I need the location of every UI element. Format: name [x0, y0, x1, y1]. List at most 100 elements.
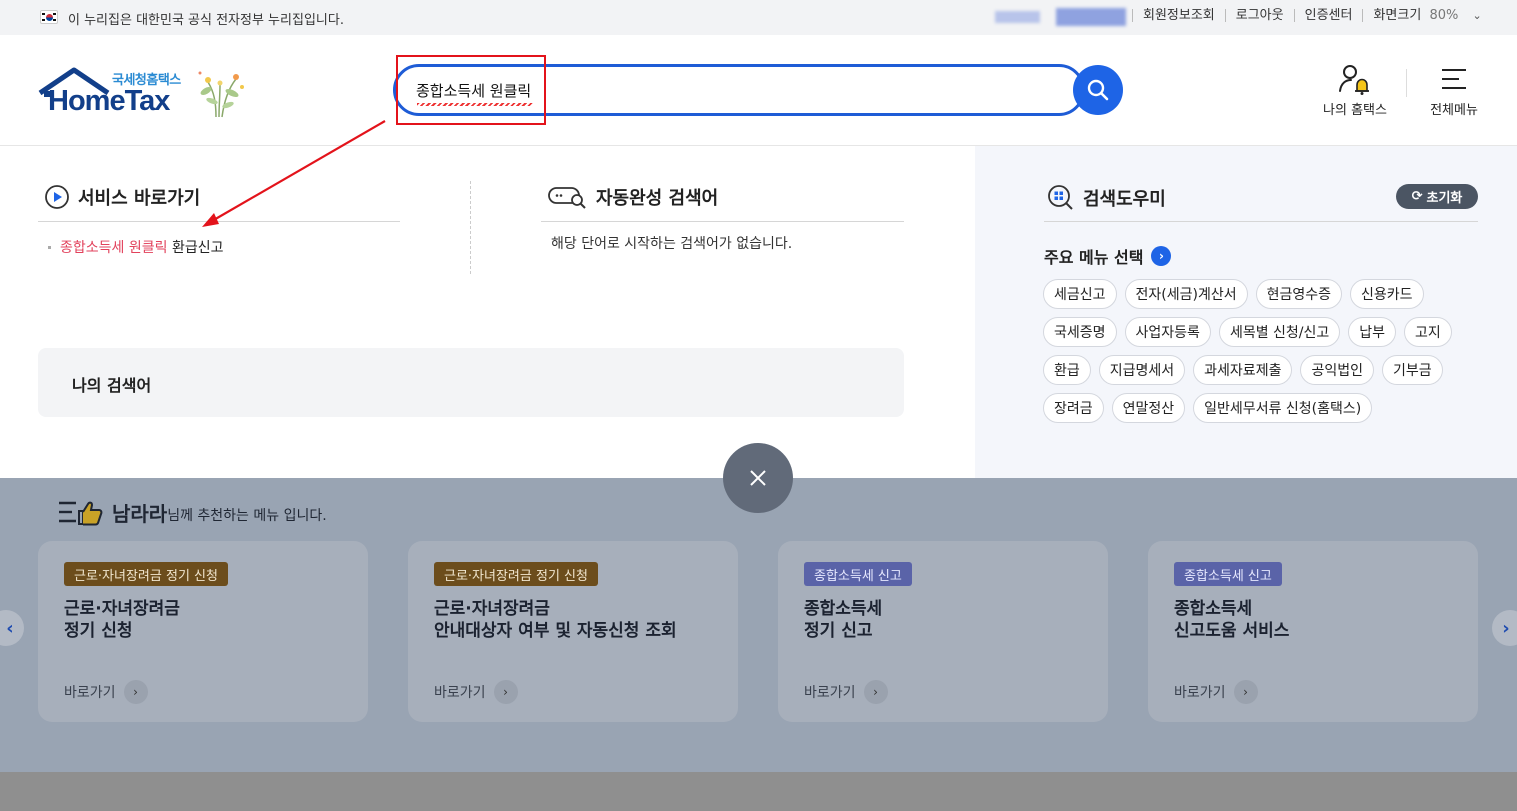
logo-title: HomeTax — [48, 85, 170, 117]
autocomplete-heading: 자동완성 검색어 — [548, 184, 718, 210]
chip-year-end-settlement[interactable]: 연말정산 — [1111, 393, 1186, 423]
card-tag: 종합소득세 신고 — [804, 562, 912, 586]
go-label: 바로가기 — [1174, 685, 1226, 701]
section-divider — [38, 221, 400, 222]
go-label: 바로가기 — [434, 685, 486, 701]
search-helper-title: 검색도우미 — [1083, 189, 1166, 210]
redacted-user-info — [995, 11, 1040, 23]
chip-e-invoice[interactable]: 전자(세금)계산서 — [1124, 279, 1248, 309]
zoom-value: 80% — [1429, 8, 1459, 23]
site-header: 국세청홈택스 HomeTax 종합소득세 원클릭 나의 홈택스 전체메뉴 — [0, 35, 1517, 146]
chip-tax-report[interactable]: 세금신고 — [1043, 279, 1117, 309]
grid-search-icon — [1048, 185, 1073, 210]
service-item-highlight: 종합소득세 원클릭 — [60, 240, 168, 256]
chevron-right-icon: › — [863, 680, 888, 704]
chevron-left-icon: ‹ — [6, 617, 14, 639]
card-tag: 종합소득세 신고 — [1174, 562, 1282, 586]
logout-link[interactable]: 로그아웃 — [1224, 9, 1294, 22]
header-divider — [1406, 69, 1407, 97]
chip-business-registration[interactable]: 사업자등록 — [1124, 317, 1211, 347]
user-bell-icon — [1339, 65, 1369, 95]
recommend-card[interactable]: 종합소득세 신고 종합소득세 신고도움 서비스 바로가기 › — [1148, 541, 1478, 722]
service-shortcut-item[interactable]: 종합소득세 원클릭 환급신고 — [48, 237, 223, 257]
chevron-right-icon[interactable]: › — [1151, 246, 1172, 266]
card-title: 근로·자녀장려금 정기 신청 — [64, 599, 180, 641]
chevron-right-icon: › — [1233, 680, 1258, 704]
go-label: 바로가기 — [804, 685, 856, 701]
gov-banner: 이 누리집은 대한민국 공식 전자정부 누리집입니다. 회원정보조회 로그아웃 … — [0, 0, 1517, 35]
recommend-card[interactable]: 종합소득세 신고 종합소득세 정기 신고 바로가기 › — [778, 541, 1108, 722]
hometax-logo[interactable]: 국세청홈택스 HomeTax — [38, 67, 253, 119]
search-helper-panel: 검색도우미 ⟳ 초기화 주요 메뉴 선택 › 세금신고 전자(세금)계산서 현금… — [975, 146, 1517, 478]
card-tag: 근로·자녀장려금 정기 신청 — [434, 562, 598, 586]
card-go-link[interactable]: 바로가기 › — [1174, 680, 1258, 704]
gov-notice: 이 누리집은 대한민국 공식 전자정부 누리집입니다. — [68, 13, 344, 28]
close-icon — [750, 470, 766, 486]
reset-label: 초기화 — [1426, 191, 1463, 206]
card-go-link[interactable]: 바로가기 › — [434, 680, 518, 704]
menu-select-label: 주요 메뉴 선택 — [1044, 248, 1144, 267]
card-tag: 근로·자녀장려금 정기 신청 — [64, 562, 228, 586]
chip-credit-card[interactable]: 신용카드 — [1350, 279, 1424, 309]
menu-chips: 세금신고 전자(세금)계산서 현금영수증 신용카드 국세증명 사업자등록 세목별… — [1043, 279, 1483, 423]
section-divider — [1044, 221, 1478, 222]
recommend-heading: 남라라 님께 추천하는 메뉴 입니다. — [58, 498, 327, 527]
menu-select-heading[interactable]: 주요 메뉴 선택 › — [1044, 244, 1172, 268]
search-helper-heading: 검색도우미 — [1047, 184, 1166, 212]
card-title: 종합소득세 정기 신고 — [804, 599, 883, 641]
member-info-link[interactable]: 회원정보조회 — [1132, 9, 1225, 22]
zoom-control[interactable]: 화면크기 80% ⌄ — [1362, 9, 1491, 22]
redacted-user-name — [1056, 8, 1126, 26]
my-hometax-button[interactable]: 나의 홈택스 — [1318, 63, 1392, 118]
chip-tax-certificate[interactable]: 국세증명 — [1043, 317, 1117, 347]
chevron-right-icon: › — [123, 680, 148, 704]
column-divider — [470, 181, 471, 274]
recommend-card[interactable]: 근로·자녀장려금 정기 신청 근로·자녀장려금 안내대상자 여부 및 자동신청 … — [408, 541, 738, 722]
chip-tax-data-submission[interactable]: 과세자료제출 — [1193, 355, 1293, 385]
refresh-icon: ⟳ — [1411, 189, 1423, 204]
chevron-down-icon[interactable]: ⌄ — [1472, 9, 1481, 22]
reset-button[interactable]: ⟳ 초기화 — [1396, 184, 1478, 209]
search-button[interactable] — [1073, 65, 1123, 115]
section-divider — [541, 221, 904, 222]
chip-payment[interactable]: 납부 — [1348, 317, 1397, 347]
card-go-link[interactable]: 바로가기 › — [64, 680, 148, 704]
recommend-card[interactable]: 근로·자녀장려금 정기 신청 근로·자녀장려금 정기 신청 바로가기 › — [38, 541, 368, 722]
user-name: 남라라 — [112, 502, 168, 526]
all-menu-label: 전체메뉴 — [1430, 103, 1478, 118]
recommend-suffix: 님께 추천하는 메뉴 입니다. — [167, 508, 327, 524]
chip-refund[interactable]: 환급 — [1043, 355, 1091, 385]
service-item-rest: 환급신고 — [167, 240, 224, 256]
zoom-label: 화면크기 — [1373, 8, 1422, 23]
chip-cash-receipt[interactable]: 현금영수증 — [1255, 279, 1343, 309]
autocomplete-title: 자동완성 검색어 — [596, 188, 719, 209]
chip-notice[interactable]: 고지 — [1404, 317, 1452, 347]
all-menu-button[interactable]: 전체메뉴 — [1424, 63, 1484, 118]
search-results-panel: 서비스 바로가기 종합소득세 원클릭 환급신고 자동완성 검색어 해당 단어로 … — [0, 146, 975, 478]
card-title: 근로·자녀장려금 안내대상자 여부 및 자동신청 조회 — [434, 599, 677, 641]
chip-payment-statement[interactable]: 지급명세서 — [1098, 355, 1186, 385]
chat-search-icon — [548, 187, 586, 209]
chip-tax-item-application[interactable]: 세목별 신청/신고 — [1218, 317, 1341, 347]
thumbs-up-list-icon — [59, 501, 103, 526]
card-go-link[interactable]: 바로가기 › — [804, 680, 888, 704]
autocomplete-empty-message: 해당 단어로 시작하는 검색어가 없습니다. — [551, 236, 793, 252]
cert-center-link[interactable]: 인증센터 — [1293, 9, 1363, 22]
annotation-highlight-box — [396, 55, 546, 125]
my-search-title: 나의 검색어 — [72, 376, 152, 395]
chip-incentive[interactable]: 장려금 — [1043, 393, 1104, 423]
chevron-right-icon: › — [493, 680, 518, 704]
korea-flag-icon — [40, 10, 58, 24]
chip-general-tax-docs[interactable]: 일반세무서류 신청(홈택스) — [1193, 393, 1373, 423]
service-shortcut-heading: 서비스 바로가기 — [44, 184, 200, 210]
service-shortcut-title: 서비스 바로가기 — [78, 188, 201, 209]
hamburger-menu-icon — [1442, 69, 1466, 89]
chevron-right-icon: › — [1502, 617, 1510, 639]
chip-donation[interactable]: 기부금 — [1381, 355, 1443, 385]
my-hometax-label: 나의 홈택스 — [1323, 103, 1387, 118]
close-search-button[interactable] — [723, 443, 793, 513]
card-title: 종합소득세 신고도움 서비스 — [1174, 599, 1290, 641]
my-search-box: 나의 검색어 — [38, 348, 904, 417]
search-icon — [1087, 79, 1109, 101]
chip-public-corp[interactable]: 공익법인 — [1300, 355, 1374, 385]
